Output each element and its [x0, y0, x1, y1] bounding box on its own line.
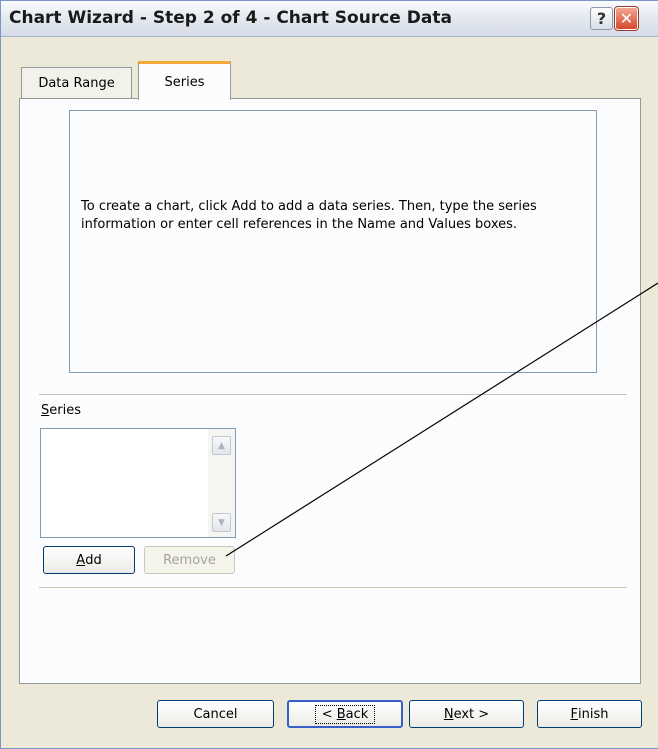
- chart-wizard-dialog: Chart Wizard - Step 2 of 4 - Chart Sourc…: [0, 0, 658, 749]
- close-icon[interactable]: ✕: [614, 6, 639, 31]
- window-title: Chart Wizard - Step 2 of 4 - Chart Sourc…: [9, 8, 452, 28]
- help-icon[interactable]: ?: [590, 7, 613, 30]
- next-button[interactable]: Next >: [409, 700, 524, 728]
- divider: [39, 394, 627, 396]
- chart-preview-box: [69, 110, 597, 373]
- tab-series[interactable]: Series: [138, 61, 231, 100]
- add-series-button[interactable]: Add: [43, 546, 135, 574]
- cancel-button[interactable]: Cancel: [157, 700, 274, 728]
- series-scrollbar[interactable]: ▲ ▼: [208, 429, 235, 537]
- title-bar[interactable]: Chart Wizard - Step 2 of 4 - Chart Sourc…: [1, 1, 658, 37]
- series-label: Series: [41, 403, 81, 418]
- scroll-up-icon[interactable]: ▲: [212, 436, 231, 455]
- series-listbox[interactable]: ▲ ▼: [40, 428, 236, 538]
- remove-series-button[interactable]: Remove: [144, 546, 235, 574]
- back-button[interactable]: < Back: [287, 700, 403, 728]
- preview-instructions: To create a chart, click Add to add a da…: [81, 199, 537, 232]
- divider: [39, 587, 627, 589]
- finish-button[interactable]: Finish: [537, 700, 642, 728]
- tab-data-range[interactable]: Data Range: [21, 67, 132, 99]
- scroll-down-icon[interactable]: ▼: [212, 513, 231, 532]
